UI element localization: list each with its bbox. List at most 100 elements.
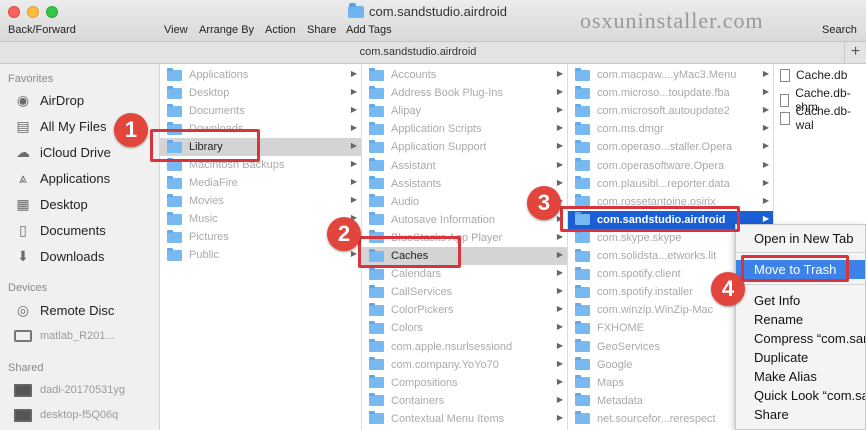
sidebar-item-downloads[interactable]: ⬇ Downloads	[14, 248, 104, 264]
sidebar-item-label: Documents	[40, 222, 106, 238]
menu-quick-look[interactable]: Quick Look “com.sandstudio.airdroid”	[736, 386, 865, 405]
folder-row[interactable]: Applications ▶	[160, 66, 361, 84]
arrange-by-button[interactable]: Arrange By	[199, 24, 254, 36]
disclosure-arrow-icon: ▶	[350, 141, 357, 150]
menu-duplicate[interactable]: Duplicate	[736, 348, 865, 367]
close-window-button[interactable]	[8, 6, 20, 18]
sidebar-item-documents[interactable]: ▯ Documents	[14, 222, 106, 238]
folder-row[interactable]: com.microso...toupdate.fba ▶	[568, 84, 773, 102]
folder-icon	[369, 85, 384, 99]
folder-row[interactable]: Containers ▶	[362, 392, 567, 410]
folder-row[interactable]: ColorPickers ▶	[362, 301, 567, 319]
watermark: osxuninstaller.com	[580, 8, 764, 33]
folder-row[interactable]: Movies ▶	[160, 192, 361, 210]
folder-label: Compositions	[391, 376, 458, 389]
folder-row[interactable]: com.apple.nsurlsessiond ▶	[362, 338, 567, 356]
folder-icon	[575, 266, 590, 280]
file-item[interactable]: Cache.db-wal	[780, 104, 866, 132]
folder-row[interactable]: com.company.YoYo70 ▶	[362, 356, 567, 374]
menu-separator	[736, 284, 865, 285]
disclosure-arrow-icon: ▶	[556, 141, 563, 151]
share-button[interactable]: Share	[307, 24, 336, 36]
folder-icon	[575, 339, 590, 352]
minimize-window-button[interactable]	[27, 6, 39, 18]
folder-label: Maps	[597, 376, 624, 389]
highlight-library	[150, 129, 260, 162]
folder-label: com.winzip.WinZip-Mac	[597, 304, 714, 317]
folder-row[interactable]: Documents ▶	[160, 102, 361, 120]
step-badge-2: 2	[327, 217, 361, 251]
action-button[interactable]: Action	[265, 24, 296, 36]
sidebar-item-shared-2[interactable]: desktop-f5Q06q	[14, 407, 118, 423]
folder-row[interactable]: com.operasoftware.Opera ▶	[568, 157, 773, 175]
folder-row[interactable]: com.microsoft.autoupdate2 ▶	[568, 102, 773, 120]
folder-label: com.spotify.client	[597, 268, 681, 281]
monitor-icon	[14, 407, 32, 423]
disclosure-arrow-icon: ▶	[556, 412, 563, 422]
folder-row[interactable]: Address Book Plug-Ins ▶	[362, 84, 567, 102]
menu-rename[interactable]: Rename	[736, 310, 865, 329]
view-button[interactable]: View	[164, 24, 188, 36]
disclosure-arrow-icon: ▶	[350, 249, 357, 258]
sidebar-item-applications[interactable]: ⩓ Applications	[14, 170, 110, 186]
documents-icon: ▯	[19, 221, 27, 238]
folder-icon	[575, 139, 590, 153]
sidebar-item-all-my-files[interactable]: ▤ All My Files	[14, 118, 106, 134]
folder-icon	[369, 357, 384, 371]
step-badge-4: 4	[711, 272, 745, 306]
folder-row[interactable]: Colors ▶	[362, 319, 567, 337]
disclosure-arrow-icon: ▶	[350, 159, 357, 168]
folder-row[interactable]: com.plausibl...reporter.data ▶	[568, 175, 773, 193]
sidebar-item-icloud-drive[interactable]: ☁ iCloud Drive	[14, 144, 111, 160]
cloud-icon: ☁	[16, 143, 30, 160]
file-item[interactable]: Cache.db	[780, 68, 847, 82]
disclosure-arrow-icon: ▶	[556, 304, 563, 314]
folder-row[interactable]: Desktop ▶	[160, 84, 361, 102]
folder-row[interactable]: MediaFire ▶	[160, 174, 361, 192]
menu-get-info[interactable]: Get Info	[736, 291, 865, 310]
folder-row[interactable]: Accounts ▶	[362, 66, 567, 84]
sidebar-item-remote-disc[interactable]: ◎ Remote Disc	[14, 301, 115, 318]
sidebar-item-matlab[interactable]: matlab_R201...	[14, 328, 115, 344]
file-label: Cache.db-wal	[795, 104, 852, 132]
folder-label: Public	[189, 249, 219, 261]
folder-row[interactable]: Application Scripts ▶	[362, 120, 567, 138]
search-button[interactable]: Search	[822, 24, 857, 36]
folder-row[interactable]: Assistant ▶	[362, 157, 567, 175]
folder-row[interactable]: Public ▶	[160, 246, 361, 264]
folder-label: Accounts	[391, 69, 437, 81]
folder-row[interactable]: Contextual Menu Items ▶	[362, 410, 567, 428]
folder-label: FXHOME	[597, 322, 645, 335]
folder-icon	[369, 103, 384, 117]
folder-row[interactable]: Application Support ▶	[362, 138, 567, 156]
add-tags-button[interactable]: Add Tags	[346, 24, 392, 36]
new-tab-button[interactable]: +	[844, 42, 866, 64]
menu-make-alias[interactable]: Make Alias	[736, 367, 865, 386]
step-badge-3: 3	[527, 186, 561, 220]
folder-icon	[575, 230, 590, 244]
sidebar-item-airdrop[interactable]: ◉ AirDrop	[14, 92, 84, 108]
menu-share[interactable]: Share	[736, 405, 865, 424]
sidebar-item-desktop[interactable]: ▦ Desktop	[14, 196, 87, 212]
folder-icon	[575, 248, 590, 262]
sidebar-item-shared-1[interactable]: dadi-20170531yg	[14, 382, 125, 398]
back-forward-button[interactable]: Back/Forward	[8, 24, 76, 36]
folder-label: net.sourcefor...rerespect	[597, 412, 716, 425]
zoom-window-button[interactable]	[46, 6, 58, 18]
disc-icon: ◎	[16, 301, 30, 318]
folder-icon	[575, 176, 590, 190]
folder-row[interactable]: com.macpaw....yMac3.Menu ▶	[568, 66, 773, 84]
folder-row[interactable]: CallServices ▶	[362, 283, 567, 301]
menu-compress[interactable]: Compress “com.sandstudio.airdroid”	[736, 329, 865, 348]
folder-label: Google	[597, 358, 633, 371]
disclosure-arrow-icon: ▶	[556, 376, 563, 386]
step-badge-1: 1	[114, 113, 148, 147]
folder-row[interactable]: com.ms.dmgr ▶	[568, 120, 773, 138]
disclosure-arrow-icon: ▶	[762, 123, 769, 133]
folder-label: Application Support	[391, 141, 487, 154]
folder-icon	[575, 375, 590, 389]
folder-row[interactable]: Compositions ▶	[362, 374, 567, 392]
menu-open-in-new-tab[interactable]: Open in New Tab	[736, 229, 865, 248]
folder-row[interactable]: com.operaso...staller.Opera ▶	[568, 138, 773, 156]
folder-row[interactable]: Alipay ▶	[362, 102, 567, 120]
